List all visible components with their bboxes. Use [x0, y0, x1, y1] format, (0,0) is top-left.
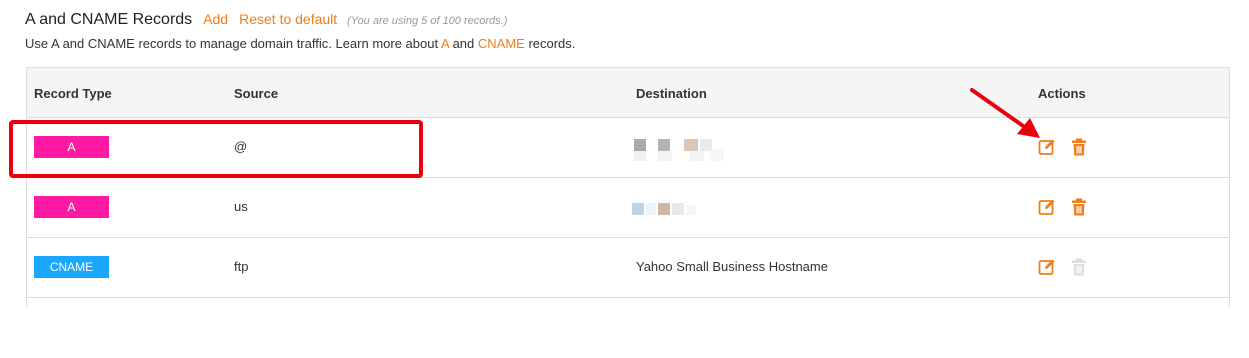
edit-icon[interactable]: [1038, 258, 1056, 276]
trash-icon[interactable]: [1071, 198, 1087, 216]
description-middle: and: [448, 36, 478, 51]
record-source: ftp: [234, 259, 249, 274]
record-type-badge: A: [34, 196, 109, 218]
trash-icon[interactable]: [1071, 138, 1087, 156]
column-header-record-type: Record Type: [34, 86, 112, 101]
section-header: A and CNAME Records Add Reset to default…: [25, 11, 507, 33]
description-prefix: Use A and CNAME records to manage domain…: [25, 36, 441, 51]
table-row: CNAME ftp Yahoo Small Business Hostname: [27, 238, 1229, 298]
description-suffix: records.: [524, 36, 576, 51]
record-destination: Yahoo Small Business Hostname: [636, 259, 828, 274]
redacted-destination: [634, 137, 734, 161]
trash-icon-disabled: [1072, 258, 1086, 276]
table-row: A us: [27, 178, 1229, 238]
add-record-link[interactable]: Add: [203, 11, 228, 27]
section-description: Use A and CNAME records to manage domain…: [25, 36, 575, 51]
column-header-destination: Destination: [636, 86, 707, 101]
annotation-arrow-icon: [970, 88, 1040, 138]
section-title: A and CNAME Records: [25, 11, 193, 28]
record-type-badge: CNAME: [34, 256, 109, 278]
cname-records-link[interactable]: CNAME: [478, 36, 525, 51]
annotation-highlight-box: [9, 120, 423, 178]
edit-icon[interactable]: [1038, 198, 1056, 216]
a-records-link[interactable]: A: [441, 36, 449, 51]
table-row: [27, 298, 1229, 358]
column-header-source: Source: [234, 86, 279, 101]
reset-to-default-link[interactable]: Reset to default: [239, 11, 337, 27]
record-usage-note: (You are using 5 of 100 records.): [347, 15, 508, 27]
redacted-destination: [632, 197, 734, 221]
record-source: us: [234, 199, 248, 214]
